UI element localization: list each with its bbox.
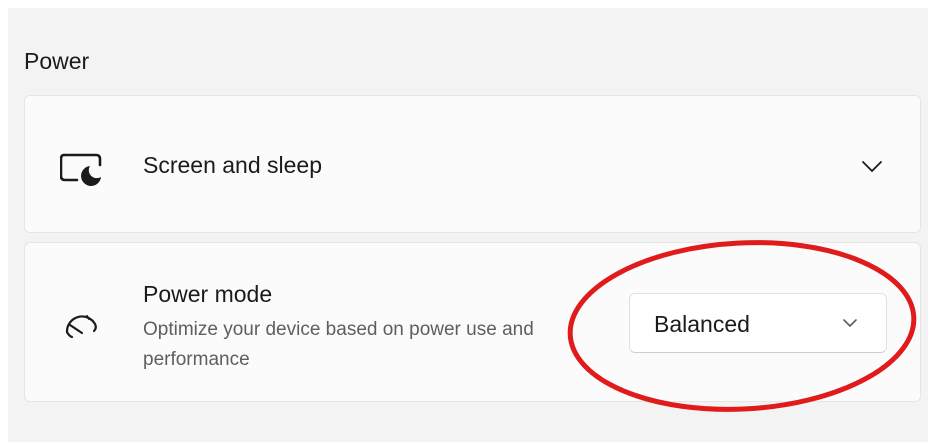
power-mode-description: Optimize your device based on power use … xyxy=(143,319,534,370)
settings-window: Power Screen and sleep Power mode Optimi… xyxy=(0,0,928,442)
section-title: Power xyxy=(24,48,90,74)
power-gauge-icon xyxy=(65,315,97,339)
chevron-down-icon xyxy=(843,319,857,327)
power-mode-dropdown[interactable]: Balanced xyxy=(629,293,887,353)
power-mode-label: Power mode xyxy=(143,281,273,307)
chevron-down-icon[interactable] xyxy=(858,156,886,176)
screen-sleep-icon xyxy=(60,153,102,186)
power-mode-selected-value: Balanced xyxy=(654,311,750,337)
screen-and-sleep-label: Screen and sleep xyxy=(143,152,323,178)
